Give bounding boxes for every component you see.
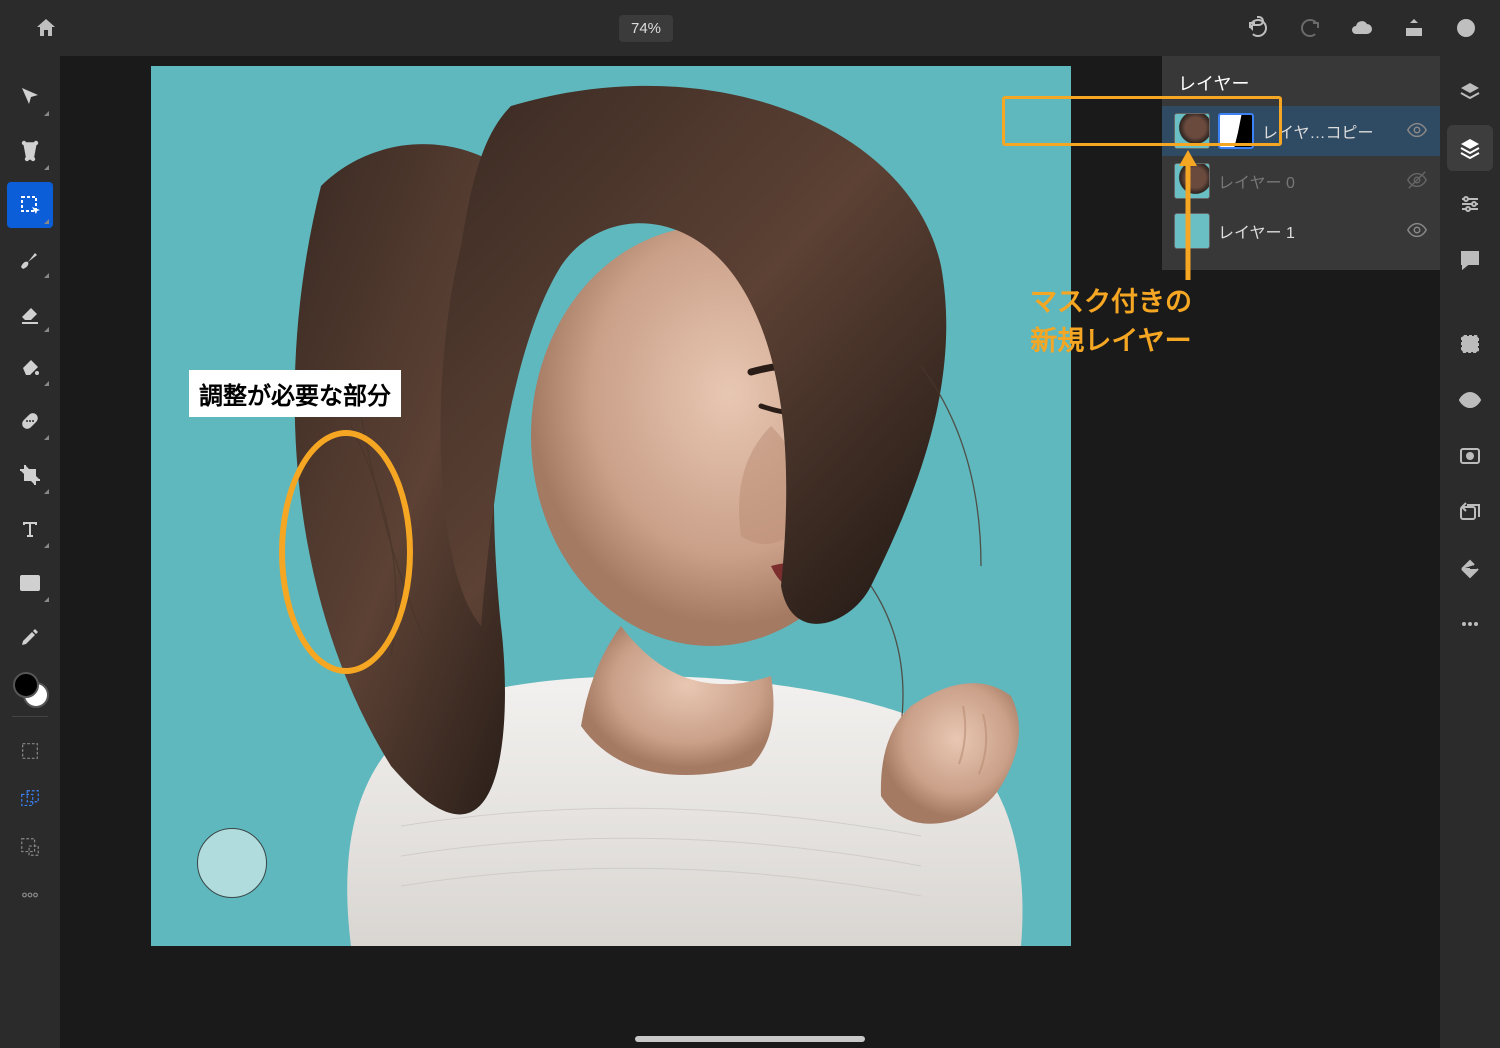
clip-action-icon[interactable]: [1447, 489, 1493, 535]
layers-panel: レイヤー レイヤ…コピー レイヤー 0 レイヤー 1: [1162, 56, 1440, 270]
more-tools-icon[interactable]: [9, 874, 51, 916]
layer-thumb-icon: [1174, 213, 1210, 249]
place-photo-tool-icon[interactable]: [7, 560, 53, 606]
redo-icon[interactable]: [1290, 8, 1330, 48]
canvas[interactable]: 調整が必要な部分: [151, 66, 1071, 946]
add-layer-icon[interactable]: [1447, 321, 1493, 367]
visibility-icon[interactable]: [1406, 169, 1430, 193]
zoom-badge[interactable]: 74%: [619, 15, 673, 42]
comments-icon[interactable]: [1447, 237, 1493, 283]
home-icon[interactable]: [26, 8, 66, 48]
undo-icon[interactable]: [1238, 8, 1278, 48]
layer-row[interactable]: レイヤ…コピー: [1162, 106, 1440, 156]
visibility-icon[interactable]: [1406, 219, 1430, 243]
move-tool-icon[interactable]: [7, 74, 53, 120]
brush-cursor-icon: [197, 828, 267, 898]
layer-thumb-icon: [1174, 163, 1210, 199]
help-icon[interactable]: [1446, 8, 1486, 48]
crop-tool-icon[interactable]: [7, 452, 53, 498]
more-actions-icon[interactable]: [1447, 601, 1493, 647]
canvas-area[interactable]: 調整が必要な部分: [60, 56, 1162, 1048]
layers-compact-icon[interactable]: [1447, 69, 1493, 115]
home-indicator: [635, 1036, 865, 1042]
visibility-action-icon[interactable]: [1447, 377, 1493, 423]
layer-name: レイヤ…コピー: [1262, 119, 1406, 143]
layer-row[interactable]: レイヤー 1: [1162, 206, 1440, 256]
brush-tool-icon[interactable]: [7, 236, 53, 282]
layer-name: レイヤー 1: [1218, 219, 1406, 243]
heal-tool-icon[interactable]: [7, 398, 53, 444]
marquee-rect-icon[interactable]: [9, 730, 51, 772]
fill-tool-icon[interactable]: [7, 344, 53, 390]
layer-mask-thumb-icon: [1218, 113, 1254, 149]
canvas-annotation-label: 調整が必要な部分: [189, 370, 401, 417]
properties-icon[interactable]: [1447, 181, 1493, 227]
layer-row[interactable]: レイヤー 0: [1162, 156, 1440, 206]
mask-action-icon[interactable]: [1447, 433, 1493, 479]
layers-detail-icon[interactable]: [1447, 125, 1493, 171]
right-rail: [1440, 56, 1500, 1048]
color-swatch[interactable]: [13, 672, 47, 706]
layers-panel-title: レイヤー: [1162, 64, 1440, 106]
subject-image: [151, 66, 1071, 946]
toolbar-divider: [12, 716, 48, 717]
delete-action-icon[interactable]: [1447, 545, 1493, 591]
left-toolbar: [0, 56, 60, 1048]
eraser-tool-icon[interactable]: [7, 290, 53, 336]
layer-thumb-icon: [1174, 113, 1210, 149]
cloud-icon[interactable]: [1342, 8, 1382, 48]
topbar: 74%: [0, 0, 1500, 56]
marquee-add-icon[interactable]: [9, 778, 51, 820]
marquee-subtract-icon[interactable]: [9, 826, 51, 868]
visibility-icon[interactable]: [1406, 119, 1430, 143]
share-icon[interactable]: [1394, 8, 1434, 48]
text-tool-icon[interactable]: [7, 506, 53, 552]
eyedropper-tool-icon[interactable]: [7, 614, 53, 660]
transform-tool-icon[interactable]: [7, 128, 53, 174]
layer-name: レイヤー 0: [1218, 169, 1406, 193]
selection-tool-icon[interactable]: [7, 182, 53, 228]
